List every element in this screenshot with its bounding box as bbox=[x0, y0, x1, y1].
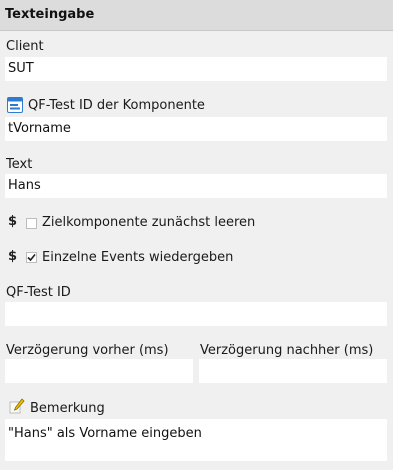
qftest-id-field[interactable] bbox=[5, 302, 387, 326]
clear-target-label[interactable]: Zielkomponente zunächst leeren bbox=[42, 215, 255, 230]
variable-marker-icon: $ bbox=[8, 249, 18, 264]
single-events-label[interactable]: Einzelne Events wiedergeben bbox=[42, 250, 233, 265]
qftest-id-label: QF-Test ID bbox=[6, 285, 71, 300]
checkmark-icon bbox=[27, 253, 36, 262]
variable-marker-icon: $ bbox=[8, 214, 18, 229]
delay-before-field[interactable] bbox=[5, 359, 193, 383]
client-field[interactable]: SUT bbox=[5, 57, 387, 81]
comment-label: Bemerkung bbox=[30, 401, 105, 416]
delay-before-label: Verzögerung vorher (ms) bbox=[6, 343, 169, 358]
text-label: Text bbox=[6, 157, 33, 172]
pencil-note-icon bbox=[9, 398, 25, 414]
component-id-field[interactable]: tVorname bbox=[5, 117, 387, 141]
delay-after-field[interactable] bbox=[199, 359, 387, 383]
panel-title: Texteingabe bbox=[0, 0, 393, 31]
delay-after-label: Verzögerung nachher (ms) bbox=[200, 343, 374, 358]
component-window-icon bbox=[7, 97, 23, 113]
single-events-checkbox[interactable] bbox=[26, 252, 37, 263]
component-id-label: QF-Test ID der Komponente bbox=[28, 98, 205, 113]
comment-textarea[interactable]: "Hans" als Vorname eingeben bbox=[5, 419, 387, 461]
text-field[interactable]: Hans bbox=[5, 174, 387, 198]
client-label: Client bbox=[6, 39, 44, 54]
clear-target-checkbox[interactable] bbox=[26, 218, 37, 229]
